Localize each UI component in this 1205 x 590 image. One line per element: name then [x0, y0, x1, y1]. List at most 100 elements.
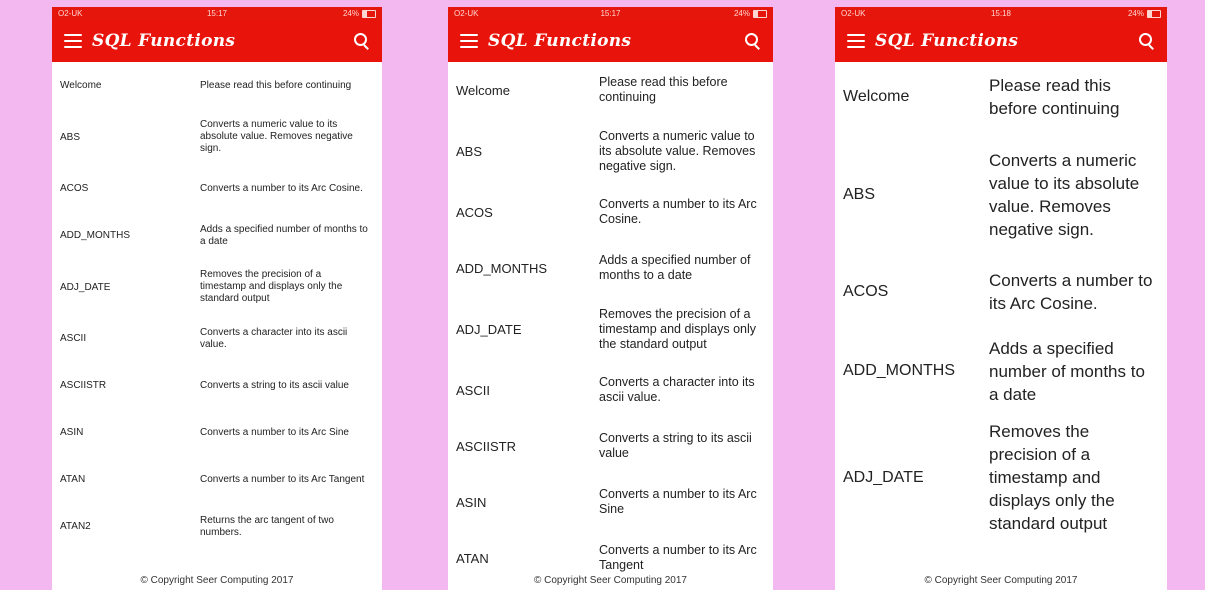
function-name: ADJ_DATE — [843, 468, 924, 486]
list-item[interactable]: ABS Converts a numeric value to its absol… — [448, 118, 773, 184]
function-name: ATAN2 — [60, 521, 91, 532]
function-name: Welcome — [456, 82, 510, 98]
function-description: Converts a number to its Arc Cosine. — [989, 271, 1153, 313]
list-item[interactable]: ASCIISTR Converts a string to its ascii v… — [448, 418, 773, 474]
list-item[interactable]: ACOS Converts a number to its Arc Cosine. — [52, 165, 382, 212]
search-icon[interactable] — [354, 33, 370, 49]
function-description: Converts a number to its Arc Cosine. — [200, 182, 363, 194]
list-item[interactable]: ADJ_DATE Removes the precision of a times… — [52, 259, 382, 315]
list-item[interactable]: ACOS Converts a number to its Arc Cosine. — [835, 257, 1167, 327]
function-description: Adds a specified number of months to a d… — [200, 223, 368, 247]
list-item[interactable]: ASCII Converts a character into its ascii… — [52, 315, 382, 362]
app-header: SQL Functions — [835, 20, 1167, 62]
function-description: Returns the arc tangent of two numbers. — [200, 514, 334, 538]
function-name: ADD_MONTHS — [456, 260, 548, 276]
list-item[interactable]: ASCII Converts a character into its ascii… — [448, 362, 773, 418]
app-title: SQL Functions — [488, 31, 632, 51]
function-name: ATAN — [456, 550, 489, 566]
function-description: Converts a character into its ascii valu… — [599, 375, 755, 404]
function-name: ABS — [456, 143, 483, 159]
function-name: ABS — [843, 185, 876, 203]
function-description: Converts a character into its ascii valu… — [200, 326, 348, 350]
clock: 15:18 — [990, 9, 1012, 18]
status-bar: O2-UK 15:17 24% — [448, 7, 773, 20]
battery-icon — [1147, 9, 1161, 18]
phone-screen-2: O2-UK 15:17 24% SQL Functions Welcome Ple… — [448, 7, 773, 590]
function-description: Converts a numeric value to its absolute… — [989, 150, 1140, 239]
function-name: ASIN — [60, 427, 84, 438]
app-title: SQL Functions — [92, 31, 236, 51]
list-item[interactable]: ABS Converts a numeric value to its absol… — [52, 109, 382, 165]
list-item[interactable]: Welcome Please read this before continuin… — [448, 62, 773, 118]
copyright-footer: © Copyright Seer Computing 2017 — [835, 572, 1167, 590]
function-description: Removes the precision of a timestamp and… — [989, 422, 1115, 533]
app-header: SQL Functions — [52, 20, 382, 62]
list-item[interactable]: Welcome Please read this before continuin… — [52, 62, 382, 109]
battery-icon — [753, 9, 767, 18]
function-list: Welcome Please read this before continuin… — [448, 62, 773, 586]
function-description: Please read this before continuing — [599, 75, 728, 104]
list-item[interactable]: Welcome Please read this before continuin… — [835, 62, 1167, 132]
function-name: Welcome — [60, 80, 102, 91]
function-name: ASCII — [60, 333, 87, 344]
list-item[interactable]: ATAN Converts a number to its Arc Tangent — [52, 456, 382, 503]
function-description: Removes the precision of a timestamp and… — [200, 269, 343, 304]
phone-screen-3: O2-UK 15:18 24% SQL Functions Welcome Ple… — [835, 7, 1167, 590]
function-description: Converts a numeric value to its absolute… — [599, 128, 756, 173]
app-title: SQL Functions — [875, 31, 1019, 51]
function-name: ADJ_DATE — [60, 281, 111, 293]
menu-icon[interactable] — [460, 34, 478, 48]
list-item[interactable]: ASCIISTR Converts a string to its ascii v… — [52, 362, 382, 409]
list-item[interactable]: ASIN Converts a number to its Arc Sine — [448, 474, 773, 530]
search-icon[interactable] — [745, 33, 761, 49]
list-item[interactable]: ADD_MONTHS Adds a specified number of mon… — [52, 212, 382, 259]
function-description: Please read this before continuing — [989, 76, 1120, 118]
function-name: ADD_MONTHS — [60, 230, 131, 241]
function-description: Converts a number to its Arc Tangent — [200, 473, 365, 485]
function-description: Converts a number to its Arc Tangent — [599, 543, 757, 572]
list-item[interactable]: ADJ_DATE Removes the precision of a times… — [835, 415, 1167, 540]
phone-screen-1: O2-UK 15:17 24% SQL Functions Welcome Ple… — [52, 7, 382, 590]
function-description: Adds a specified number of months to a d… — [989, 338, 1145, 404]
list-item[interactable]: ADD_MONTHS Adds a specified number of mon… — [448, 240, 773, 296]
menu-icon[interactable] — [64, 34, 82, 48]
menu-icon[interactable] — [847, 34, 865, 48]
function-name: ACOS — [456, 204, 493, 220]
status-bar: O2-UK 15:17 24% — [52, 7, 382, 20]
function-name: ABS — [60, 131, 81, 143]
function-name: ATAN — [60, 474, 86, 485]
list-item[interactable]: ADJ_DATE Removes the precision of a times… — [448, 296, 773, 362]
function-description: Converts a number to its Arc Sine — [200, 426, 349, 438]
copyright-footer: © Copyright Seer Computing 2017 — [448, 572, 773, 590]
function-name: ACOS — [60, 183, 89, 194]
clock: 15:17 — [600, 9, 621, 18]
search-icon[interactable] — [1139, 33, 1155, 49]
list-item[interactable]: ADD_MONTHS Adds a specified number of mon… — [835, 327, 1167, 415]
list-item[interactable]: ABS Converts a numeric value to its absol… — [835, 132, 1167, 257]
function-description: Please read this before continuing — [200, 79, 352, 91]
function-description: Converts a number to its Arc Sine — [599, 487, 757, 516]
function-list: Welcome Please read this before continuin… — [52, 62, 382, 550]
function-description: Converts a string to its ascii value — [599, 431, 752, 460]
function-description: Adds a specified number of months to a d… — [599, 253, 751, 282]
function-name: ASCII — [456, 382, 490, 398]
clock: 15:17 — [206, 9, 228, 18]
status-bar: O2-UK 15:18 24% — [835, 7, 1167, 20]
function-list: Welcome Please read this before continuin… — [835, 62, 1167, 540]
function-name: ADD_MONTHS — [843, 362, 956, 379]
list-item[interactable]: ASIN Converts a number to its Arc Sine — [52, 409, 382, 456]
function-name: ADJ_DATE — [456, 321, 522, 337]
list-item[interactable]: ATAN2 Returns the arc tangent of two numb… — [52, 503, 382, 550]
copyright-footer: © Copyright Seer Computing 2017 — [52, 572, 382, 590]
function-description: Removes the precision of a timestamp and… — [599, 306, 757, 351]
list-item[interactable]: ACOS Converts a number to its Arc Cosine. — [448, 184, 773, 240]
app-header: SQL Functions — [448, 20, 773, 62]
function-description: Converts a string to its ascii value — [200, 379, 349, 391]
function-name: ASCIISTR — [60, 380, 107, 391]
function-name: ACOS — [843, 283, 889, 300]
function-description: Converts a number to its Arc Cosine. — [599, 197, 757, 226]
battery-icon — [362, 9, 376, 18]
function-description: Converts a numeric value to its absolute… — [200, 119, 353, 154]
function-name: Welcome — [843, 88, 910, 105]
function-name: ASCIISTR — [456, 438, 516, 454]
